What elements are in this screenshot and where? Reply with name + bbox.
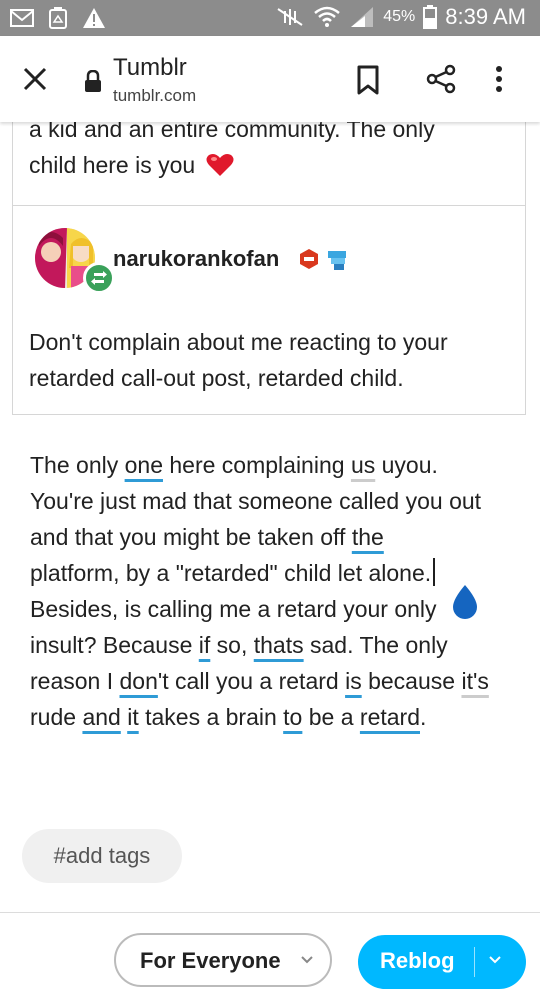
wifi-icon [314,6,341,27]
recycle-icon [49,7,67,29]
misspelled-word[interactable]: if [199,632,211,658]
username[interactable]: narukorankofan [113,246,279,272]
previous-post-card: a kid and an entire community. The only … [12,116,526,206]
bookmark-icon[interactable] [356,65,380,95]
misspelled-word[interactable]: the [352,524,384,550]
reblog-badge [83,262,115,294]
signal-icon [351,7,374,27]
badge-icon [328,251,346,270]
lock-icon [85,70,101,92]
audience-label: For Everyone [140,948,281,973]
misspelled-word[interactable]: us [351,452,375,478]
misspelled-word[interactable]: to [283,704,302,730]
mail-icon [10,9,34,27]
page-url: tumblr.com [113,86,197,105]
previous-post-text-line: child here is you [29,152,196,178]
battery-icon [423,5,438,29]
heart-icon [206,154,234,176]
status-bar: 45% 8:39 AM [0,0,540,36]
reblog-button[interactable]: Reblog [358,935,526,989]
misspelled-word[interactable]: thats [254,632,304,658]
reply-line: insult? Because if so, thats sad. The on… [30,632,448,658]
button-separator [474,947,475,977]
cursor-handle-icon[interactable] [449,583,481,623]
misspelled-word[interactable]: one [125,452,163,478]
misspelled-word[interactable]: it's [461,668,488,694]
reblogged-post-card: narukorankofan Don't complain about me r… [12,205,526,415]
reply-line: rude and it takes a brain to be a retard… [30,704,427,730]
add-tags-chip[interactable]: #add tags [22,829,182,883]
post-body-line: retarded call-out post, retarded child. [29,365,404,391]
audience-dropdown[interactable]: For Everyone [114,933,332,987]
user-badges [298,248,350,272]
browser-toolbar: Tumblr tumblr.com [0,36,540,122]
nfc-mute-icon [277,8,303,26]
post-body: Don't complain about me reacting to your… [29,324,509,396]
reply-line: The only one here complaining us uyou. [30,452,438,478]
misspelled-word[interactable]: and [82,704,120,730]
chevron-down-icon[interactable] [488,955,502,965]
reblog-label: Reblog [380,948,455,973]
page-title: Tumblr [113,54,187,81]
misspelled-word[interactable]: don [120,668,158,694]
reblog-icon [91,271,107,285]
chevron-down-icon [301,956,313,964]
warning-icon [83,8,105,28]
reply-line: You're just mad that someone called you … [30,488,482,514]
post-body-line: Don't complain about me reacting to your [29,329,448,355]
close-icon[interactable] [20,64,50,94]
reply-line: reason I don't call you a retard is beca… [30,668,489,694]
text-cursor [433,558,436,586]
misspelled-word[interactable]: it [127,704,139,730]
reply-line: and that you might be taken off the [30,524,384,550]
footer-divider [0,912,540,913]
badge-icon [300,249,318,269]
share-icon[interactable] [426,64,456,94]
battery-percent: 45% [383,8,416,25]
misspelled-word[interactable]: retard [360,704,420,730]
more-vert-icon[interactable] [494,64,504,94]
misspelled-word[interactable]: is [345,668,362,694]
clock: 8:39 AM [445,4,526,29]
